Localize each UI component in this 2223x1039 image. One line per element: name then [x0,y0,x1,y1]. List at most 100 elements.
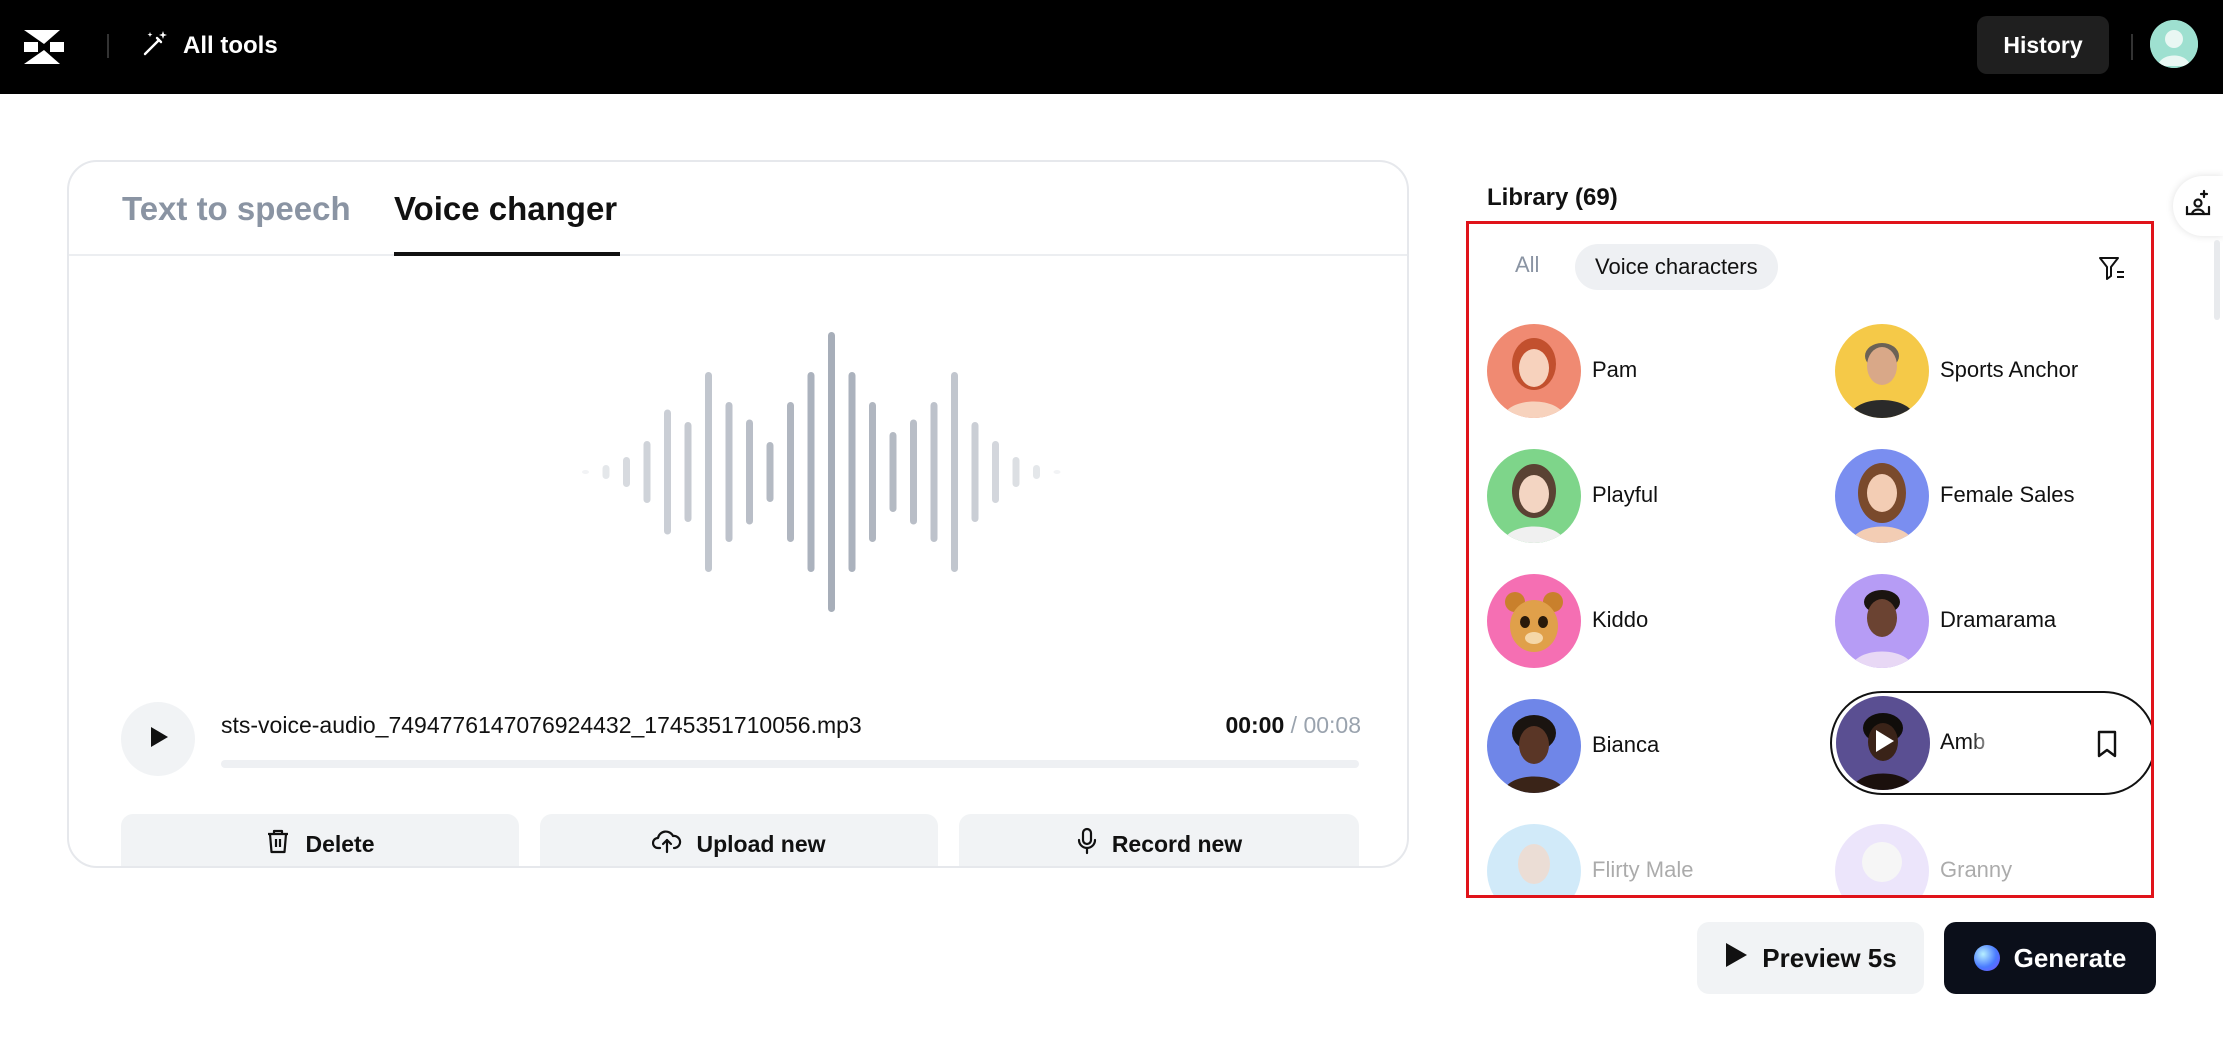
user-avatar[interactable] [2150,20,2198,68]
waveform-bar [930,402,938,542]
upload-person-icon [2183,189,2213,224]
voice-avatar [1487,824,1581,895]
filter-all-tab[interactable]: All [1515,252,1539,278]
upload-label: Upload new [696,830,826,857]
waveform-bar [664,409,671,535]
time-separator: / [1284,712,1304,738]
waveform-bar [602,465,610,479]
waveform-bar [684,422,692,522]
current-time: 00:00 [1225,712,1285,738]
voice-item-playful[interactable]: Playful [1487,449,1817,543]
waveform-bar [582,470,589,474]
audio-progress-bar[interactable] [221,760,1359,768]
waveform-bar [848,372,856,572]
voice-name: Dramarama [1940,607,2057,632]
filter-icon[interactable] [2097,254,2125,287]
topbar-divider-right [2131,34,2133,60]
upload-voice-side-button[interactable] [2173,176,2223,236]
voice-avatar [1835,574,1929,668]
voice-avatar [1487,449,1581,543]
bookmark-icon[interactable] [2094,729,2120,764]
play-button[interactable] [121,702,195,776]
generate-label: Generate [2013,942,2127,973]
voice-item-kiddo[interactable]: Kiddo [1487,574,1817,668]
all-tools-button[interactable]: All tools [141,28,278,64]
trash-icon [265,827,291,861]
waveform-bar [1033,465,1040,479]
voice-item-selected[interactable]: Amb [1830,691,2151,795]
voice-name: Kiddo [1592,607,1649,632]
voice-name: Flirty Male [1592,857,1694,882]
record-label: Record new [1111,830,1243,857]
magic-wand-icon [141,28,171,65]
voice-avatar [1835,824,1929,895]
voice-avatar [1487,574,1581,668]
waveform-bar [643,441,651,503]
voice-name: Amb [1940,729,1986,754]
history-button[interactable]: History [1977,16,2109,74]
delete-button[interactable]: Delete [121,814,519,866]
record-new-button[interactable]: Record new [959,814,1359,866]
voice-preview-play-button[interactable] [1836,696,1930,790]
active-tab-indicator [394,252,620,256]
cloud-upload-icon [652,828,682,860]
voice-item-sports-anchor[interactable]: Sports Anchor [1835,324,2151,418]
upload-new-button[interactable]: Upload new [540,814,938,866]
topbar-divider [107,34,109,58]
generate-button[interactable]: Generate [1944,922,2156,994]
play-icon [145,724,171,755]
voice-name: Sports Anchor [1940,357,2079,382]
audio-filename: sts-voice-audio_7494776147076924432_1745… [221,712,862,738]
delete-label: Delete [305,830,375,857]
voice-item-bianca[interactable]: Bianca [1487,699,1817,793]
library-panel: All Voice characters Pam Sports Anchor P… [1466,221,2154,898]
audio-time: 00:00 / 00:08 [1225,712,1361,739]
filter-voice-characters-chip[interactable]: Voice characters [1575,244,1778,290]
voice-name: Bianca [1592,732,1660,757]
voice-avatar [1487,324,1581,418]
waveform-bar [992,441,999,503]
voice-avatar [1835,449,1929,543]
waveform-bar [766,442,774,502]
preview-5s-button[interactable]: Preview 5s [1697,922,1924,994]
waveform-bar [787,402,794,542]
voice-avatar [1487,699,1581,793]
waveform-bar [910,419,917,525]
waveform-bar [1012,457,1020,487]
waveform-bar [623,457,630,487]
waveform-bar [705,372,712,572]
voice-item-female-sales[interactable]: Female Sales [1835,449,2151,543]
voice-name: Pam [1592,357,1638,382]
top-bar: All tools History [0,0,2223,94]
voice-changer-card: Text to speech Voice changer sts-voice-a… [67,160,1409,868]
waveform-bar [746,419,753,525]
mode-tabs: Text to speech Voice changer [69,162,1407,256]
microphone-icon [1076,827,1098,861]
voice-name: Granny [1940,857,2013,882]
voice-name: Female Sales [1940,482,2075,507]
total-time: 00:08 [1303,712,1361,738]
waveform-bar [725,402,733,542]
page-scrollbar[interactable] [2214,240,2220,320]
waveform-bar [971,422,979,522]
waveform-bar [951,372,958,572]
voice-item-granny[interactable]: Granny [1835,824,2151,895]
voice-item-pam[interactable]: Pam [1487,324,1817,418]
voice-item-dramarama[interactable]: Dramarama [1835,574,2151,668]
preview-label: Preview 5s [1762,942,1897,973]
voice-item-flirty-male[interactable]: Flirty Male [1487,824,1817,895]
audio-waveform [509,322,1069,622]
waveform-bar [869,402,876,542]
play-icon [1868,726,1898,761]
capcut-logo-icon[interactable] [20,24,68,70]
audio-actions: Delete Upload new Record new [121,814,1361,866]
tab-voice-changer[interactable]: Voice changer [394,190,617,228]
tab-text-to-speech[interactable]: Text to speech [122,190,351,228]
generate-orb-icon [1973,945,2000,971]
waveform-bar [807,372,815,572]
voice-avatar [1835,324,1929,418]
play-icon [1724,942,1748,975]
waveform-bar [1053,470,1061,474]
audio-player: sts-voice-audio_7494776147076924432_1745… [121,702,1361,792]
all-tools-label: All tools [183,32,278,59]
